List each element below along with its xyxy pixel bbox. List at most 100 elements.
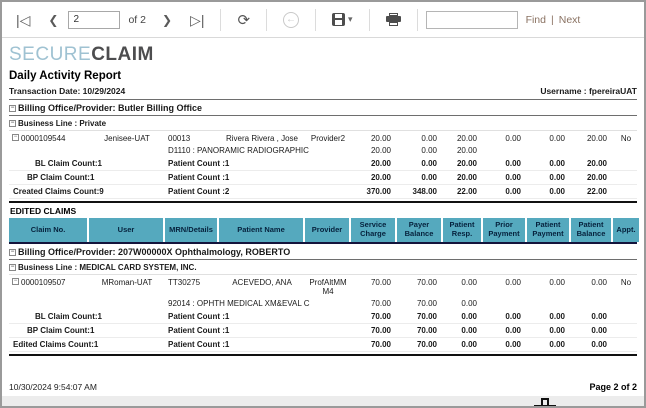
medical-cross-icon	[534, 398, 556, 406]
collapse-icon[interactable]: −	[9, 105, 16, 112]
claim-patient-resp: 20.00	[443, 131, 483, 145]
save-export-button[interactable]: ▾	[324, 11, 361, 28]
find-text-input[interactable]	[426, 11, 518, 29]
business-line-label: Business Line : MEDICAL CARD SYSTEM, INC…	[18, 263, 197, 272]
logo-claim-text: CLAIM	[91, 44, 154, 65]
count-patient-balance: 22.00	[571, 185, 613, 198]
patient-count-label: Patient Count :2	[165, 185, 351, 198]
page-count-label: of 2	[128, 14, 146, 26]
count-service-charge: 20.00	[351, 171, 397, 184]
save-icon	[332, 13, 345, 26]
column-header: Appt.	[613, 218, 639, 242]
claim-provider: Provider2	[305, 131, 351, 145]
section-divider	[9, 354, 637, 356]
report-title: Daily Activity Report	[9, 70, 637, 82]
find-next-link[interactable]: Next	[559, 14, 581, 26]
claim-payer-balance: 0.00	[397, 131, 443, 145]
count-prior-payment: 0.00	[483, 324, 527, 337]
report-viewer-window: |◁ ❮ of 2 ❯ ▷| ⟳ ← ▾ Find | Next SECUREC…	[0, 0, 646, 408]
previous-page-icon: ❮	[48, 13, 58, 27]
patient-count-label: Patient Count :1	[165, 171, 351, 184]
print-icon	[386, 13, 401, 26]
count-patient-resp: 0.00	[443, 338, 483, 351]
count-label: BL Claim Count:1	[9, 310, 165, 323]
first-page-button[interactable]: |◁	[8, 8, 38, 32]
count-payer-balance: 70.00	[397, 310, 443, 323]
count-patient-balance: 20.00	[571, 171, 613, 184]
created-claims-count-row: Created Claims Count:9 Patient Count :2 …	[9, 185, 637, 199]
count-label: Edited Claims Count:1	[9, 338, 165, 351]
next-page-icon: ❯	[162, 13, 172, 27]
count-label: Created Claims Count:9	[9, 185, 165, 198]
first-page-icon: |◁	[16, 12, 30, 28]
edited-claims-count-row: Edited Claims Count:1 Patient Count :1 7…	[9, 338, 637, 352]
count-payer-balance: 348.00	[397, 185, 443, 198]
count-patient-payment: 0.00	[527, 338, 571, 351]
claim-prior-payment: 0.00	[483, 275, 527, 298]
procedure-payer-balance: 0.00	[397, 145, 443, 157]
refresh-button[interactable]: ⟳	[229, 9, 258, 31]
count-payer-balance: 0.00	[397, 171, 443, 184]
count-patient-balance: 20.00	[571, 157, 613, 170]
count-payer-balance: 0.00	[397, 157, 443, 170]
claim-number: 0000109507	[21, 278, 66, 287]
collapse-icon[interactable]: −	[12, 278, 19, 285]
count-payer-balance: 70.00	[397, 324, 443, 337]
claim-mrn: 00013	[165, 131, 219, 145]
count-prior-payment: 0.00	[483, 310, 527, 323]
procedure-patient-resp: 0.00	[443, 298, 483, 310]
claim-row: − 0000109544 Jenisee-UAT 00013 Rivera Ri…	[9, 131, 637, 145]
procedure-payer-balance: 70.00	[397, 298, 443, 310]
toolbar-separator	[315, 9, 316, 31]
collapse-icon[interactable]: −	[12, 134, 19, 141]
page-number-input[interactable]	[68, 11, 120, 29]
count-patient-payment: 0.00	[527, 310, 571, 323]
find-link[interactable]: Find	[526, 14, 546, 26]
count-patient-balance: 0.00	[571, 310, 613, 323]
back-icon: ←	[283, 12, 299, 28]
page-indicator: Page 2 of 2	[589, 382, 637, 392]
next-page-button[interactable]: ❯	[154, 8, 180, 32]
bl-claim-count-row: BL Claim Count:1 Patient Count :1 70.00 …	[9, 310, 637, 324]
patient-count-label: Patient Count :1	[165, 157, 351, 170]
claim-patient-payment: 0.00	[527, 275, 571, 298]
column-header: Patient Payment	[527, 218, 569, 242]
secureclaim-logo: SECURECLAIM	[9, 44, 637, 66]
procedure-service-charge: 70.00	[351, 298, 397, 310]
count-prior-payment: 0.00	[483, 185, 527, 198]
toolbar-separator	[266, 9, 267, 31]
footer-row: 10/30/2024 9:54:07 AM Page 2 of 2	[9, 382, 637, 392]
claim-appt: No	[613, 131, 639, 145]
procedure-row: D1110 : PANORAMIC RADIOGRAPHIC 20.00 0.0…	[9, 145, 637, 157]
count-patient-resp: 0.00	[443, 310, 483, 323]
count-patient-payment: 0.00	[527, 185, 571, 198]
patient-count-label: Patient Count :1	[165, 310, 351, 323]
bl-claim-count-row: BL Claim Count:1 Patient Count :1 20.00 …	[9, 157, 637, 171]
column-header: User	[89, 218, 163, 242]
previous-page-button[interactable]: ❮	[40, 8, 66, 32]
procedure-service-charge: 20.00	[351, 145, 397, 157]
count-patient-payment: 0.00	[527, 157, 571, 170]
refresh-icon: ⟳	[237, 11, 250, 29]
column-header: Patient Balance	[571, 218, 611, 242]
count-patient-balance: 0.00	[571, 324, 613, 337]
last-page-icon: ▷|	[190, 12, 204, 28]
count-service-charge: 70.00	[351, 310, 397, 323]
print-button[interactable]	[378, 11, 409, 28]
claim-row: − 0000109507 MRoman-UAT TT30275 ACEVEDO,…	[9, 275, 637, 298]
claim-patient-name: Rivera Rivera , Jose	[219, 131, 305, 145]
last-page-button[interactable]: ▷|	[182, 8, 212, 32]
claim-patient-resp: 0.00	[443, 275, 483, 298]
procedure-code: 92014 : OPHTH MEDICAL XM&EVAL C	[165, 298, 351, 310]
procedure-patient-resp: 20.00	[443, 145, 483, 157]
collapse-icon[interactable]: −	[9, 249, 16, 256]
collapse-icon[interactable]: −	[9, 264, 16, 271]
back-button[interactable]: ←	[275, 10, 307, 30]
toolbar-separator	[417, 9, 418, 31]
procedure-row: 92014 : OPHTH MEDICAL XM&EVAL C 70.00 70…	[9, 298, 637, 310]
claim-service-charge: 70.00	[351, 275, 397, 298]
find-next-divider: |	[551, 14, 554, 26]
collapse-icon[interactable]: −	[9, 120, 16, 127]
billing-office-label: Billing Office/Provider: 207W00000X Opht…	[18, 247, 290, 257]
column-header: Payer Balance	[397, 218, 441, 242]
